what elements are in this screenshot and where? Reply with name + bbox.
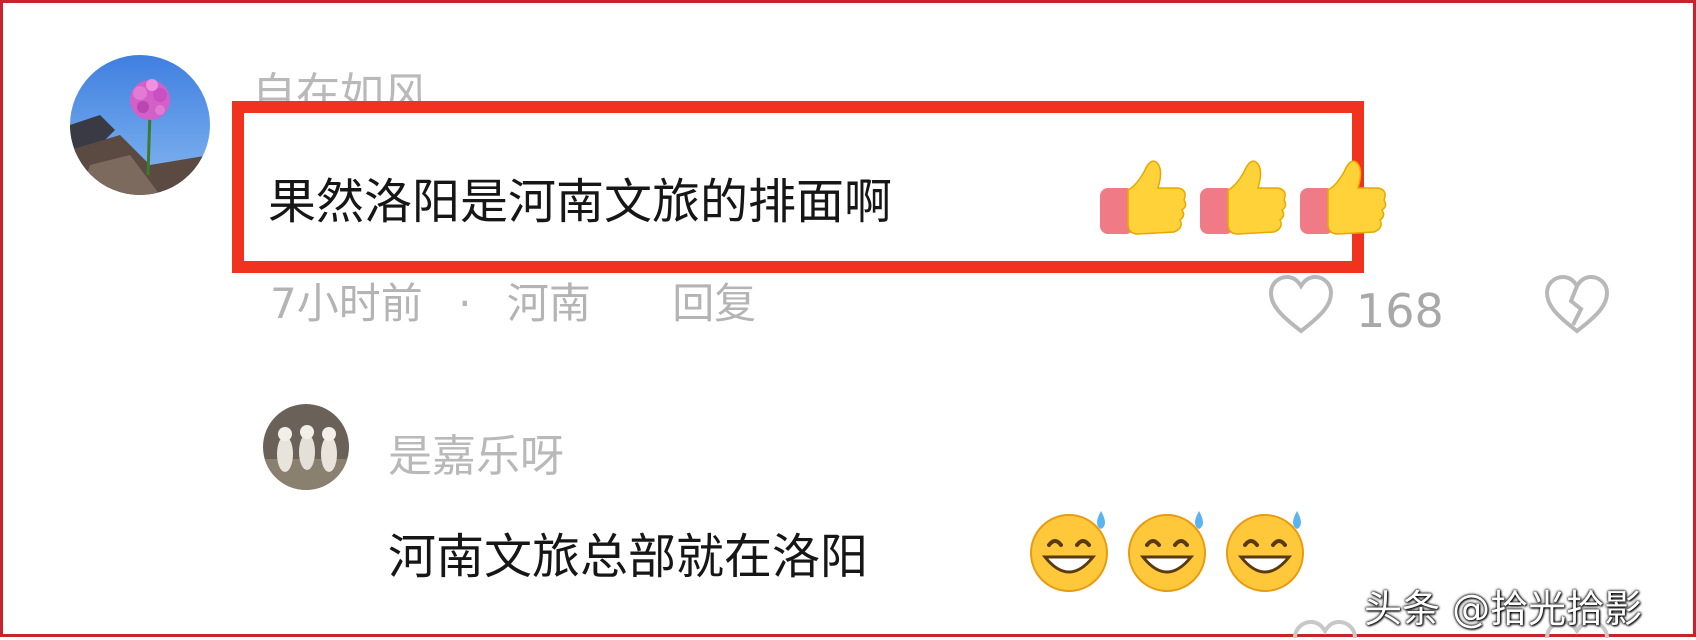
thumbs-up-icon (1100, 160, 1187, 235)
comment-text: 河南文旅总部就在洛阳 (388, 529, 869, 585)
emoji-row (1098, 150, 1390, 240)
avatar[interactable] (263, 404, 349, 490)
username[interactable]: 是嘉乐呀 (388, 420, 564, 484)
emoji-row (1025, 505, 1311, 595)
broken-heart-icon[interactable] (1544, 275, 1610, 335)
thumbs-up-icon (1300, 160, 1387, 235)
comment-time: 7小时前 (270, 279, 423, 322)
avatar[interactable] (70, 55, 210, 195)
comment-text: 果然洛阳是河南文旅的排面啊 (268, 174, 893, 230)
grinning-sweat-icon (1030, 511, 1108, 592)
comment-meta: 7小时前 · 河南 回复 (270, 270, 756, 322)
watermark: 头条 @拾光拾影 (1364, 587, 1643, 631)
comment-location: 河南 (506, 279, 591, 322)
grinning-sweat-icon (1128, 511, 1206, 592)
reply-button[interactable]: 回复 (672, 279, 756, 322)
meta-separator: · (458, 279, 472, 322)
flower-photo-icon (70, 55, 210, 195)
cats-photo-icon (263, 404, 349, 490)
thumbs-up-icon (1200, 160, 1287, 235)
heart-icon[interactable] (1292, 620, 1358, 640)
grinning-sweat-icon (1226, 511, 1304, 592)
like-count: 168 (1356, 284, 1444, 338)
heart-icon[interactable] (1268, 275, 1334, 335)
